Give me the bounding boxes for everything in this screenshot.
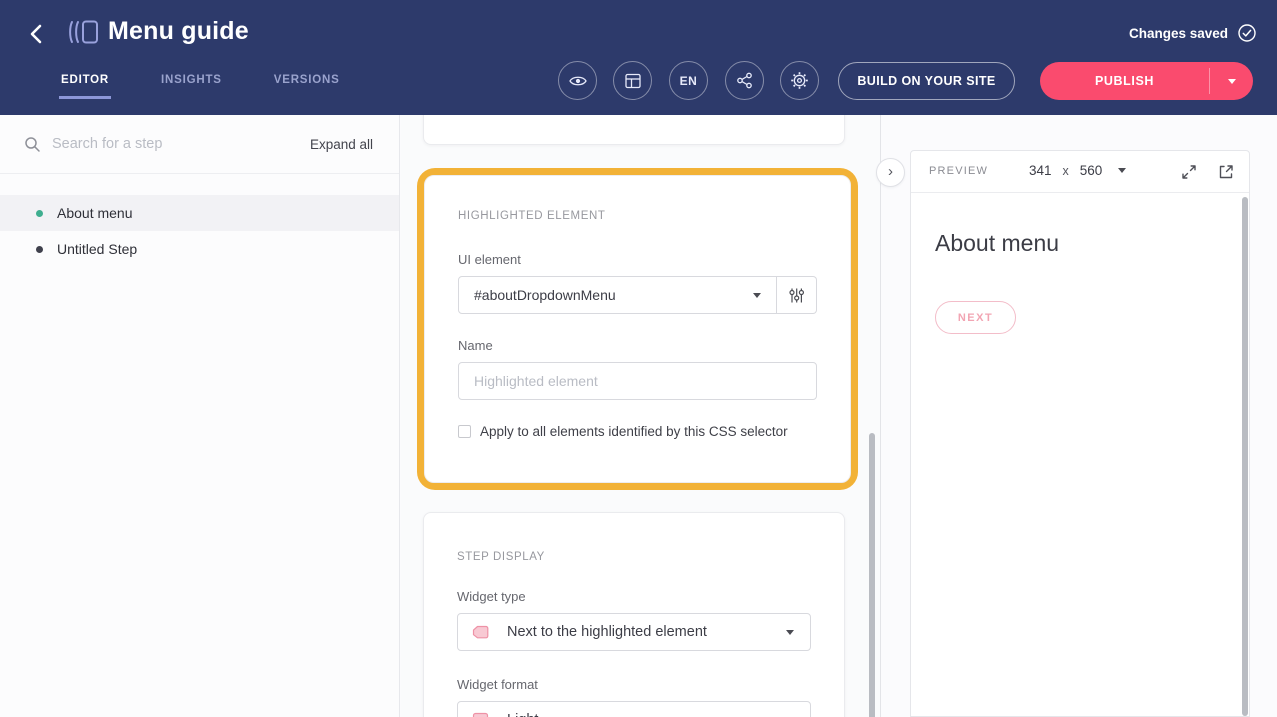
tooltip-widget-icon [470,622,491,643]
eye-icon [568,71,588,91]
language-button[interactable]: EN [669,61,708,100]
highlighted-element-card-outline: HIGHLIGHTED ELEMENT UI element #aboutDro… [417,168,858,490]
external-link-icon [1217,163,1235,181]
format-widget-icon [470,710,491,717]
preview-size-separator: x [1063,164,1069,178]
share-icon [735,71,754,90]
highlighted-element-card: HIGHLIGHTED ELEMENT UI element #aboutDro… [424,175,851,483]
chevron-down-icon [1228,79,1236,84]
ui-element-value: #aboutDropdownMenu [474,287,616,303]
step-status-dot [36,246,43,253]
widget-type-value: Next to the highlighted element [507,624,707,640]
tab-insights[interactable]: INSIGHTS [159,74,224,99]
widget-format-select[interactable]: Light [457,701,811,717]
preview-width-value: 341 [1029,163,1052,178]
preview-title: PREVIEW [929,165,988,177]
preview-eye-button[interactable] [558,61,597,100]
chevron-down-icon [1118,168,1126,173]
save-status-text: Changes saved [1129,26,1228,41]
preview-actions [1180,163,1235,181]
check-circle-icon [1237,23,1257,43]
chevron-down-icon [753,293,761,298]
preview-scrollbar-thumb[interactable] [1242,197,1248,716]
widget-type-select[interactable]: Next to the highlighted element [457,613,811,651]
card-heading: STEP DISPLAY [457,551,811,563]
step-search-row: Expand all [0,115,399,174]
widget-format-label: Widget format [457,677,811,692]
back-button[interactable] [26,22,48,46]
settings-button[interactable] [780,61,819,100]
apply-all-checkbox[interactable] [458,425,471,438]
language-label: EN [680,74,698,88]
publish-label[interactable]: PUBLISH [1040,62,1209,100]
page-title: Menu guide [108,17,249,46]
apply-all-row: Apply to all elements identified by this… [458,424,817,439]
card-heading: HIGHLIGHTED ELEMENT [458,210,817,222]
selector-settings-button[interactable] [777,276,817,314]
tab-versions[interactable]: VERSIONS [272,74,342,99]
open-in-new-window-button[interactable] [1217,163,1235,181]
collapse-preview-button[interactable]: › [876,158,905,187]
publish-button[interactable]: PUBLISH [1040,62,1253,100]
steps-sidebar: Expand all About menu Untitled Step [0,115,400,717]
apply-all-label: Apply to all elements identified by this… [480,424,788,439]
layout-button[interactable] [613,61,652,100]
expand-all-link[interactable]: Expand all [310,137,373,152]
preview-next-button[interactable]: NEXT [935,301,1016,334]
step-status-dot [36,210,43,217]
header-tabs: EDITOR INSIGHTS VERSIONS [59,74,342,99]
element-name-input[interactable] [458,362,817,400]
ui-element-select[interactable]: #aboutDropdownMenu [458,276,777,314]
guide-logo-icon [68,18,100,46]
app-header: Menu guide Changes saved EDITOR INSIGHTS… [0,0,1277,115]
widget-format-value: Light [507,712,538,717]
chevron-right-icon: › [888,163,893,180]
preview-height-value: 560 [1080,163,1103,178]
step-item-label: Untitled Step [57,241,137,257]
preview-header: PREVIEW 341 x 560 [911,151,1249,193]
widget-type-label: Widget type [457,589,811,604]
expand-diagonal-icon [1180,163,1198,181]
ui-element-label: UI element [458,252,817,267]
step-list: About menu Untitled Step [0,195,399,267]
preview-size-select[interactable]: 341 x 560 [1029,163,1126,178]
tune-sliders-icon [787,286,806,305]
step-display-card: STEP DISPLAY Widget type Next to the hig… [423,512,845,717]
chevron-down-icon [786,630,794,635]
share-button[interactable] [725,61,764,100]
build-on-your-site-button[interactable]: BUILD ON YOUR SITE [838,62,1015,100]
step-search-input[interactable] [52,136,310,152]
preview-card: PREVIEW 341 x 560 About menu NEXT [910,150,1250,717]
save-status: Changes saved [1129,23,1257,43]
step-item-untitled-step[interactable]: Untitled Step [0,231,399,267]
name-label: Name [458,338,817,353]
step-item-label: About menu [57,205,133,221]
layout-icon [624,72,642,90]
search-icon [24,136,41,153]
expand-preview-button[interactable] [1180,163,1198,181]
publish-dropdown-button[interactable] [1210,62,1253,100]
tab-editor[interactable]: EDITOR [59,74,111,99]
preview-step-title: About menu [935,230,1249,257]
editor-scrollbar-thumb[interactable] [869,433,875,717]
step-item-about-menu[interactable]: About menu [0,195,399,231]
gear-icon [790,71,809,90]
chevron-left-icon [26,22,48,46]
